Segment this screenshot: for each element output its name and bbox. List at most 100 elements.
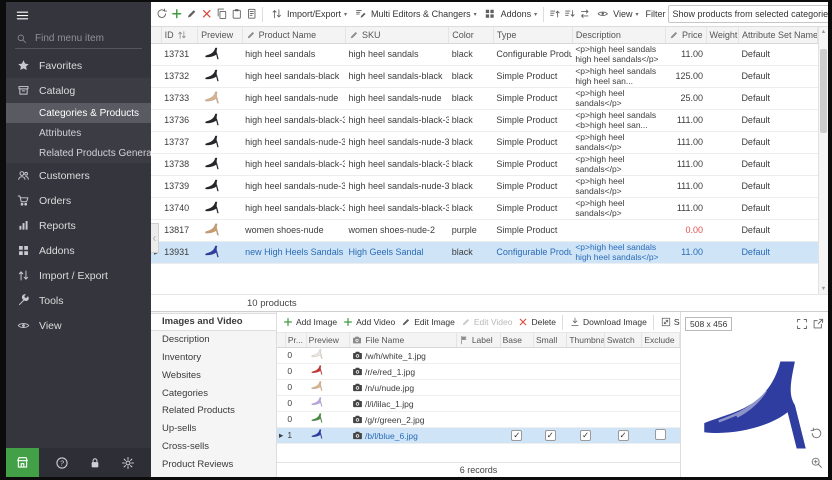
column-header-attribute-set-name[interactable]: Attribute Set Name: [738, 27, 817, 43]
download-image-button[interactable]: Download Image: [567, 316, 649, 328]
image-row-0[interactable]: 0/w/h/white_1.jpg: [277, 347, 680, 363]
delete-button[interactable]: Delete: [515, 316, 558, 328]
tab-cross-sells[interactable]: Cross-sells: [151, 438, 276, 456]
refresh-icon[interactable]: [154, 7, 169, 22]
addons-menu[interactable]: Addons ▾: [480, 7, 541, 22]
product-row-13738[interactable]: 13738high heel sandals-black-37high heel…: [151, 153, 818, 175]
image-column-pr[interactable]: Pr...: [285, 333, 306, 347]
copy-icon[interactable]: [214, 7, 229, 22]
sidebar-item-orders[interactable]: Orders: [6, 188, 151, 213]
image-column-file-name[interactable]: File Name: [350, 333, 456, 347]
sidebar-item-categories-products[interactable]: Categories & Products: [6, 103, 151, 123]
edit-video-button[interactable]: Edit Video: [458, 316, 515, 328]
base-checkbox[interactable]: ✓: [511, 430, 522, 441]
image-column-preview[interactable]: Preview: [306, 333, 350, 347]
tab-websites[interactable]: Websites: [151, 366, 276, 384]
scrollbar-thumb[interactable]: [820, 49, 827, 133]
view-menu[interactable]: View ▾: [592, 7, 641, 22]
duplicate-icon[interactable]: [244, 7, 259, 22]
column-header-id[interactable]: ID: [161, 27, 197, 43]
paste-icon[interactable]: [229, 7, 244, 22]
settings-icon[interactable]: [121, 456, 135, 470]
rotate-icon[interactable]: [810, 427, 823, 440]
edit-product-icon[interactable]: [184, 7, 199, 22]
image-row-5[interactable]: ▸1/b/l/blue_6.jpg✓✓✓✓: [277, 427, 680, 443]
column-header-weight[interactable]: Weight: [706, 27, 738, 43]
shoe-thumbnail: [308, 348, 326, 360]
store-button[interactable]: [6, 448, 39, 477]
fullscreen-icon[interactable]: [796, 318, 808, 330]
set-resize-rule-button[interactable]: Set Resize Rule: [658, 316, 680, 328]
product-row-13931[interactable]: ▸13931new High Heels SandalsHigh Geels S…: [151, 241, 818, 263]
category-filter-select[interactable]: Show products from selected categories ▾: [668, 5, 828, 23]
small-checkbox[interactable]: ✓: [545, 430, 556, 441]
tab-categories[interactable]: Categories: [151, 384, 276, 402]
sidebar-item-reports[interactable]: Reports: [6, 213, 151, 238]
tab-up-sells[interactable]: Up-sells: [151, 420, 276, 438]
column-header-product-name[interactable]: Product Name: [242, 27, 345, 43]
sidebar-item-addons[interactable]: Addons: [6, 238, 151, 263]
column-header-description[interactable]: Description: [572, 27, 665, 43]
edit-image-button[interactable]: Edit Image: [398, 316, 457, 328]
add-product-icon[interactable]: [169, 7, 184, 22]
product-row-13817[interactable]: 13817women shoes-nudewomen shoes-nude-2p…: [151, 219, 818, 241]
column-header-preview[interactable]: Preview: [198, 27, 243, 43]
product-row-13733[interactable]: 13733high heel sandals-nudehigh heel san…: [151, 87, 818, 109]
image-column-base[interactable]: Base: [500, 333, 533, 347]
zoom-icon[interactable]: [810, 456, 823, 469]
product-row-13732[interactable]: 13732high heel sandals-blackhigh heel sa…: [151, 65, 818, 87]
image-row-2[interactable]: 0/n/u/nude.jpg: [277, 379, 680, 395]
sidebar-item-favorites[interactable]: Favorites: [6, 53, 151, 78]
sidebar-item-catalog[interactable]: Catalog: [6, 78, 151, 103]
tab-product-reviews[interactable]: Product Reviews: [151, 455, 276, 473]
product-row-13740[interactable]: 13740high heel sandals-black-38high heel…: [151, 197, 818, 219]
menu-search-input[interactable]: [33, 32, 141, 45]
sidebar-item-tools[interactable]: Tools: [6, 288, 151, 313]
scroll-up-arrow[interactable]: ▲: [819, 27, 828, 37]
menu-icon[interactable]: [15, 8, 30, 23]
column-header-sku[interactable]: SKU: [345, 27, 448, 43]
add-image-button[interactable]: Add Image: [280, 316, 339, 328]
sidebar-item-import-export[interactable]: Import / Export: [6, 263, 151, 288]
sidebar-item-view[interactable]: View: [6, 313, 151, 338]
column-header-color[interactable]: Color: [449, 27, 494, 43]
image-column-swatch[interactable]: Swatch: [604, 333, 642, 347]
sidebar-item-attributes[interactable]: Attributes: [6, 123, 151, 143]
exclude-checkbox[interactable]: [655, 429, 666, 440]
multi-editors-menu[interactable]: Multi Editors & Changers ▾: [350, 7, 480, 22]
product-row-13731[interactable]: 13731high heel sandalshigh heel sandalsb…: [151, 43, 818, 65]
product-row-13737[interactable]: 13737high heel sandals-nude-36high heel …: [151, 131, 818, 153]
product-row-13736[interactable]: 13736high heel sandals-black-36high heel…: [151, 109, 818, 131]
image-row-4[interactable]: 0/g/r/green_2.jpg: [277, 411, 680, 427]
image-column-label[interactable]: Label: [456, 333, 500, 347]
import-export-menu[interactable]: Import/Export ▾: [266, 7, 350, 22]
image-row-3[interactable]: 0/l/i/lilac_1.jpg: [277, 395, 680, 411]
tab-images-and-video[interactable]: Images and Video: [151, 313, 276, 331]
sidebar-item-related-products-generator[interactable]: Related Products Generator: [6, 143, 151, 163]
product-row-13739[interactable]: 13739high heel sandals-nude-37high heel …: [151, 175, 818, 197]
help-icon[interactable]: ?: [55, 456, 69, 470]
swatch-checkbox[interactable]: ✓: [618, 430, 629, 441]
thumbnail-checkbox[interactable]: ✓: [580, 430, 591, 441]
add-video-button[interactable]: Add Video: [340, 316, 397, 328]
image-column-exclude[interactable]: Exclude: [642, 333, 680, 347]
scroll-down-arrow[interactable]: ▼: [819, 284, 828, 294]
sort-descending-icon[interactable]: [562, 7, 577, 22]
image-column-small[interactable]: Small: [533, 333, 566, 347]
column-header-type[interactable]: Type: [493, 27, 572, 43]
tab-description[interactable]: Description: [151, 331, 276, 349]
open-external-icon[interactable]: [812, 318, 824, 330]
tab-inventory[interactable]: Inventory: [151, 349, 276, 367]
grid-scrollbar[interactable]: ▲ ▼: [818, 27, 828, 294]
lock-icon[interactable]: [88, 456, 102, 470]
transfer-icon[interactable]: [577, 7, 592, 22]
column-header-price[interactable]: Price: [666, 27, 707, 43]
image-row-1[interactable]: 0/r/e/red_1.jpg: [277, 363, 680, 379]
sort-ascending-icon[interactable]: [547, 7, 562, 22]
sidebar-search[interactable]: [15, 29, 142, 49]
sidebar-collapse-handle[interactable]: [151, 223, 159, 253]
tab-related-products[interactable]: Related Products: [151, 402, 276, 420]
sidebar-item-customers[interactable]: Customers: [6, 163, 151, 188]
image-column-thumbna[interactable]: Thumbna: [567, 333, 605, 347]
delete-product-icon[interactable]: [199, 7, 214, 22]
